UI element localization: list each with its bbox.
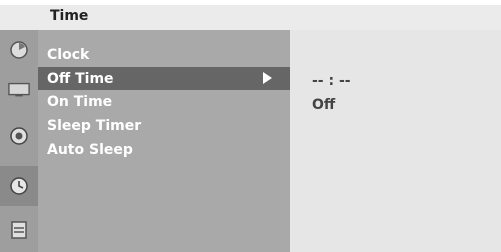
audio-icon xyxy=(8,125,30,147)
menu-item-on-time[interactable]: On Time xyxy=(38,90,290,113)
menu-title: Time xyxy=(50,8,89,24)
off-time-value[interactable]: -- : -- xyxy=(312,73,351,89)
category-time[interactable] xyxy=(0,166,38,206)
menu-item-list: Clock Off Time On Time Sleep Timer Auto … xyxy=(38,30,290,252)
off-time-state[interactable]: Off xyxy=(312,97,335,113)
menu-title-bar: Time xyxy=(0,5,501,30)
time-icon xyxy=(8,175,30,197)
menu-item-label: Off Time xyxy=(47,70,114,87)
category-picture[interactable] xyxy=(0,30,38,70)
category-audio[interactable] xyxy=(0,116,38,156)
menu-item-label: Clock xyxy=(47,46,90,63)
picture-icon xyxy=(8,39,30,61)
menu-item-label: Sleep Timer xyxy=(47,117,142,134)
category-screen[interactable] xyxy=(0,70,38,110)
special-icon xyxy=(8,219,30,241)
screen-icon xyxy=(8,79,30,101)
menu-item-off-time[interactable]: Off Time xyxy=(38,67,290,90)
menu-item-label: On Time xyxy=(47,93,113,110)
category-special[interactable] xyxy=(0,210,38,250)
menu-item-clock[interactable]: Clock xyxy=(38,43,290,66)
menu-item-sleep-timer[interactable]: Sleep Timer xyxy=(38,114,290,137)
setting-value-panel: -- : -- Off xyxy=(290,30,501,252)
category-icon-column xyxy=(0,30,38,252)
menu-item-auto-sleep[interactable]: Auto Sleep xyxy=(38,138,290,161)
menu-item-label: Auto Sleep xyxy=(47,141,133,158)
submenu-arrow-icon xyxy=(263,72,272,84)
time-menu: Time Clock Off Time On Time Sleep Timer … xyxy=(0,0,501,252)
